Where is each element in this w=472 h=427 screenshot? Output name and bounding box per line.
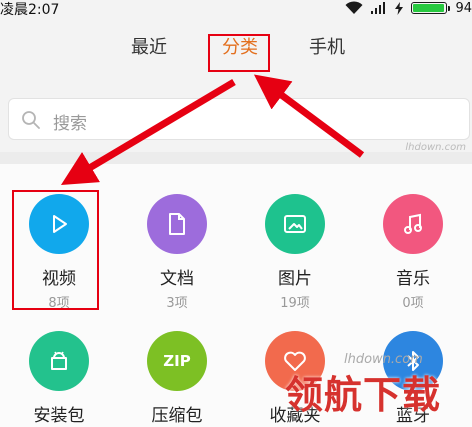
arrow-to-category-tab xyxy=(253,74,365,158)
arrow-to-video xyxy=(60,78,236,185)
annotation-arrows xyxy=(60,74,365,185)
